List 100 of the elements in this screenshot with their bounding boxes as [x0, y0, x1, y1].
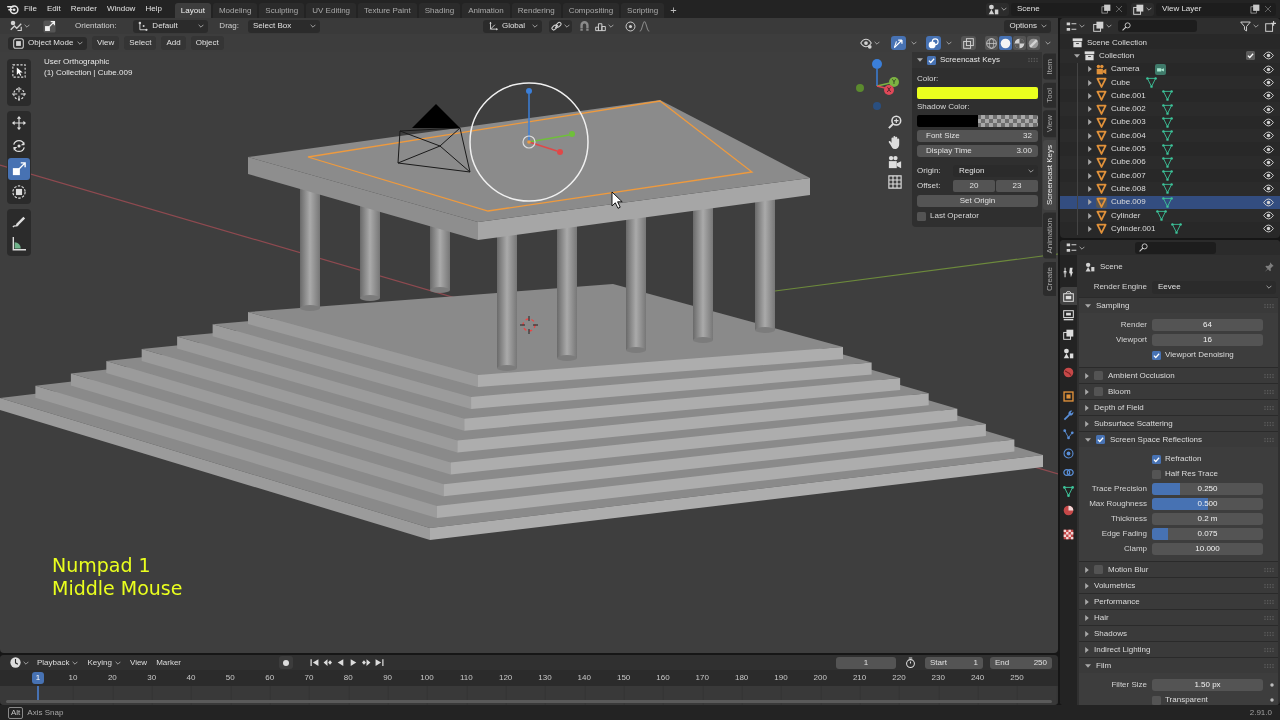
- checkbox[interactable]: [917, 211, 926, 221]
- color-swatch[interactable]: [917, 115, 1038, 127]
- number-field[interactable]: 64: [1152, 319, 1263, 331]
- drag-dropdown[interactable]: Select Box: [247, 19, 320, 33]
- drag-grip-icon[interactable]: [1264, 583, 1274, 588]
- display-mode-button[interactable]: [1064, 19, 1087, 33]
- menu-item[interactable]: Help: [140, 5, 167, 13]
- triangle-vertices-icon[interactable]: [1161, 90, 1173, 102]
- previous-keyframe-icon[interactable]: [323, 658, 333, 667]
- menu-item[interactable]: Edit: [41, 5, 66, 13]
- number-field[interactable]: 0.2 m: [1152, 513, 1263, 525]
- sidebar-tab[interactable]: Animation: [1043, 213, 1056, 260]
- eye-icon[interactable]: [1263, 170, 1274, 182]
- current-frame-marker[interactable]: 1: [32, 672, 44, 684]
- hand-icon[interactable]: [888, 135, 902, 149]
- number-field[interactable]: 20: [953, 180, 995, 192]
- negative-y-axis-handle[interactable]: [856, 84, 864, 92]
- panel-header[interactable]: Shadows: [1079, 626, 1278, 641]
- target-circle-icon[interactable]: [624, 20, 636, 32]
- eye-icon[interactable]: [1263, 156, 1274, 168]
- scale-tool-icon[interactable]: [43, 19, 56, 33]
- workspace-tab[interactable]: Animation: [462, 3, 510, 18]
- menu-item[interactable]: Keying: [84, 658, 124, 667]
- logo-icon[interactable]: [7, 3, 19, 15]
- caret-icon[interactable]: [911, 41, 917, 45]
- workspace-tab[interactable]: Scripting: [621, 3, 665, 18]
- eye-icon[interactable]: [1263, 210, 1274, 221]
- color-swatch[interactable]: [917, 87, 1038, 99]
- panel-header[interactable]: Sampling: [1079, 298, 1278, 313]
- play-icon[interactable]: [349, 658, 359, 667]
- record-button[interactable]: [279, 656, 294, 669]
- editor-type-button[interactable]: [1064, 241, 1087, 254]
- scene-name-field[interactable]: Scene: [1017, 5, 1097, 13]
- panel-header[interactable]: Volumetrics: [1079, 578, 1278, 593]
- checkbox[interactable]: [1094, 371, 1103, 380]
- shading-mode-button[interactable]: [985, 36, 998, 50]
- eye-icon[interactable]: [1263, 130, 1274, 142]
- workspace-tab[interactable]: Rendering: [511, 3, 561, 18]
- next-keyframe-icon[interactable]: [362, 658, 372, 667]
- viewport-toggle-button[interactable]: [961, 36, 976, 50]
- current-frame-field[interactable]: 1: [836, 656, 896, 669]
- pivot-point-button[interactable]: [548, 19, 572, 33]
- set-origin-button[interactable]: Set Origin: [917, 195, 1038, 207]
- close-icon[interactable]: [1264, 5, 1272, 13]
- checkbox[interactable]: [1094, 565, 1103, 574]
- scene-browse-button[interactable]: [986, 2, 1009, 16]
- disclosure-triangle-icon[interactable]: [1085, 404, 1089, 411]
- play-reverse-icon[interactable]: [336, 658, 346, 667]
- panel-header[interactable]: Subsurface Scattering: [1079, 416, 1278, 431]
- zoom-in-icon[interactable]: [888, 115, 902, 129]
- orientation-dropdown[interactable]: Default: [133, 19, 209, 33]
- keyframe-dot-icon[interactable]: [1270, 698, 1274, 702]
- disclosure-triangle-icon[interactable]: [1085, 663, 1091, 668]
- eye-icon[interactable]: [1263, 196, 1274, 208]
- triangle-vertices-icon[interactable]: [1161, 103, 1173, 115]
- start-frame-field[interactable]: Start 1: [925, 656, 983, 669]
- add-square-icon[interactable]: [1265, 20, 1276, 32]
- search-field[interactable]: [1118, 20, 1197, 32]
- options-dropdown[interactable]: Options: [1004, 19, 1051, 33]
- panel-header[interactable]: Hair: [1079, 610, 1278, 625]
- drag-grip-icon[interactable]: [1264, 663, 1274, 668]
- magnet-icon[interactable]: [578, 20, 590, 32]
- disclosure-triangle-icon[interactable]: [1085, 630, 1089, 637]
- view-layer-browse-button[interactable]: [1131, 2, 1154, 16]
- object-visibility-button[interactable]: [858, 36, 882, 50]
- triangle-vertices-icon[interactable]: [1161, 116, 1173, 128]
- close-icon[interactable]: [1115, 5, 1123, 13]
- end-frame-field[interactable]: End 250: [990, 656, 1052, 669]
- workspace-tab[interactable]: UV Editing: [306, 3, 357, 18]
- filter-button[interactable]: [1238, 19, 1261, 33]
- workspace-tab[interactable]: Modeling: [212, 3, 258, 18]
- disclosure-triangle-icon[interactable]: [1085, 566, 1089, 573]
- drag-grip-icon[interactable]: [1264, 631, 1274, 636]
- disclosure-triangle-icon[interactable]: [1088, 146, 1092, 152]
- disclosure-triangle-icon[interactable]: [1085, 646, 1089, 653]
- drag-grip-icon[interactable]: [1264, 647, 1274, 652]
- disclosure-triangle-icon[interactable]: [1074, 53, 1080, 58]
- drag-grip-icon[interactable]: [1264, 389, 1274, 394]
- panel-header[interactable]: Performance: [1079, 594, 1278, 609]
- transform-gizmo[interactable]: [469, 82, 589, 202]
- number-field[interactable]: 16: [1152, 334, 1263, 346]
- drag-grip-icon[interactable]: [1264, 303, 1274, 308]
- viewport-toggle-button[interactable]: [891, 36, 906, 50]
- triangle-vertices-icon[interactable]: [1171, 223, 1183, 235]
- menu-item[interactable]: Object: [190, 36, 224, 50]
- triangle-vertices-icon[interactable]: [1146, 77, 1158, 89]
- number-field[interactable]: 1.50 px: [1152, 679, 1263, 691]
- caret-icon[interactable]: [946, 41, 952, 45]
- workspace-tab[interactable]: Compositing: [562, 3, 620, 18]
- drag-grip-icon[interactable]: [1264, 405, 1274, 410]
- search-field[interactable]: [1135, 241, 1216, 254]
- panel-header[interactable]: Screen Space Reflections: [1079, 432, 1278, 447]
- disclosure-triangle-icon[interactable]: [917, 58, 923, 62]
- shading-mode-button[interactable]: [1013, 36, 1026, 50]
- disclosure-triangle-icon[interactable]: [1085, 372, 1089, 379]
- checkbox[interactable]: [927, 55, 936, 65]
- triangle-vertices-icon[interactable]: [1161, 156, 1173, 168]
- sidebar-tab[interactable]: Item: [1043, 54, 1056, 80]
- menu-item[interactable]: View: [92, 36, 120, 50]
- shading-mode-button[interactable]: [1027, 36, 1040, 50]
